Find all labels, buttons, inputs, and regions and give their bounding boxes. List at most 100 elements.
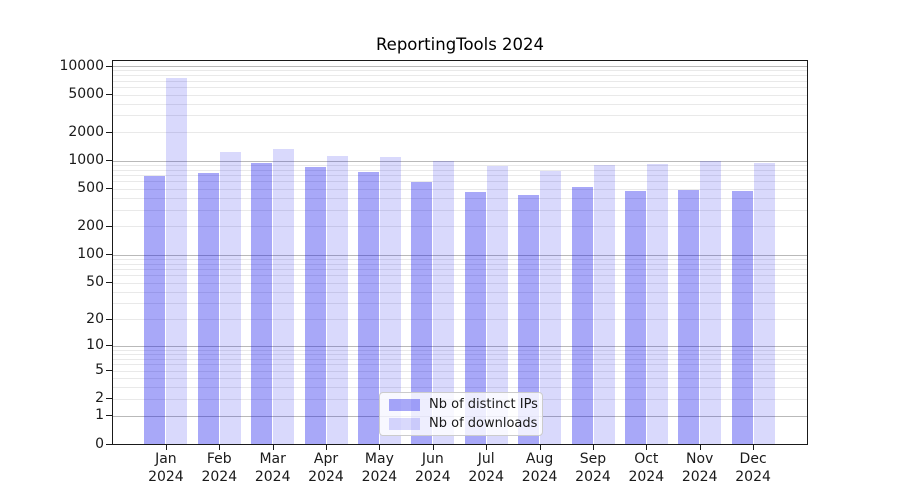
bar-nb-of-downloads-aug: [540, 171, 561, 444]
gridline-major: [113, 66, 807, 67]
x-tick-label: Apr2024: [296, 451, 356, 486]
figure: ReportingTools 2024 Nb of distinct IPs N…: [0, 0, 900, 500]
x-tick-mark: [379, 444, 380, 450]
x-tick-month: Jul: [456, 451, 516, 469]
x-tick-label: Feb2024: [189, 451, 249, 486]
x-tick-label: Jan2024: [136, 451, 196, 486]
x-tick-mark: [166, 444, 167, 450]
bar-nb-of-downloads-mar: [273, 149, 294, 444]
legend-entry-downloads: Nb of downloads: [389, 416, 542, 431]
bar-nb-of-distinct-ips-sep: [572, 187, 593, 444]
x-tick-year: 2024: [349, 469, 409, 487]
legend-label-downloads: Nb of downloads: [429, 416, 537, 431]
bar-nb-of-distinct-ips-mar: [251, 163, 272, 444]
x-tick-year: 2024: [616, 469, 676, 487]
x-tick-label: Sep2024: [563, 451, 623, 486]
x-tick-month: Nov: [670, 451, 730, 469]
legend-swatch-distinct-ips: [389, 399, 420, 411]
x-tick-mark: [486, 444, 487, 450]
x-tick-year: 2024: [189, 469, 249, 487]
bar-nb-of-distinct-ips-nov: [678, 190, 699, 444]
x-tick-month: Jan: [136, 451, 196, 469]
gridline-minor: [113, 132, 807, 133]
y-tick-label: 1000: [0, 152, 104, 168]
legend: Nb of distinct IPs Nb of downloads: [379, 392, 543, 436]
gridline-minor: [113, 95, 807, 96]
x-tick-mark: [273, 444, 274, 450]
bar-nb-of-downloads-jan: [166, 78, 187, 444]
x-tick-month: Sep: [563, 451, 623, 469]
plot-area: [112, 60, 808, 445]
x-tick-month: Apr: [296, 451, 356, 469]
bar-nb-of-downloads-dec: [754, 163, 775, 444]
x-tick-year: 2024: [670, 469, 730, 487]
x-tick-year: 2024: [723, 469, 783, 487]
y-tick-mark: [106, 132, 112, 133]
gridline-minor: [113, 81, 807, 82]
x-tick-mark: [326, 444, 327, 450]
x-tick-month: Oct: [616, 451, 676, 469]
x-tick-year: 2024: [243, 469, 303, 487]
x-tick-month: Jun: [403, 451, 463, 469]
x-tick-mark: [593, 444, 594, 450]
x-tick-mark: [540, 444, 541, 450]
y-tick-label: 1: [0, 407, 104, 423]
y-tick-label: 100: [0, 246, 104, 262]
x-tick-label: Aug2024: [510, 451, 570, 486]
y-tick-mark: [106, 398, 112, 399]
x-tick-label: Oct2024: [616, 451, 676, 486]
legend-label-distinct-ips: Nb of distinct IPs: [429, 397, 538, 412]
x-tick-mark: [433, 444, 434, 450]
x-tick-year: 2024: [456, 469, 516, 487]
x-tick-year: 2024: [296, 469, 356, 487]
x-tick-year: 2024: [563, 469, 623, 487]
y-tick-label: 5000: [0, 86, 104, 102]
y-tick-label: 2: [0, 390, 104, 406]
x-tick-label: May2024: [349, 451, 409, 486]
x-tick-mark: [646, 444, 647, 450]
x-tick-label: Mar2024: [243, 451, 303, 486]
y-tick-label: 50: [0, 274, 104, 290]
bar-nb-of-downloads-oct: [647, 164, 668, 444]
y-tick-label: 10: [0, 337, 104, 353]
bar-nb-of-downloads-sep: [594, 165, 615, 444]
bar-nb-of-downloads-feb: [220, 152, 241, 444]
x-tick-month: Feb: [189, 451, 249, 469]
y-tick-mark: [106, 415, 112, 416]
gridline-minor: [113, 87, 807, 88]
y-tick-mark: [106, 444, 112, 445]
legend-swatch-downloads: [389, 418, 420, 430]
legend-entry-distinct-ips: Nb of distinct IPs: [389, 397, 542, 412]
chart-title: ReportingTools 2024: [112, 35, 808, 54]
x-tick-label: Nov2024: [670, 451, 730, 486]
bar-nb-of-distinct-ips-jan: [144, 176, 165, 444]
bar-nb-of-distinct-ips-feb: [198, 173, 219, 444]
y-tick-label: 20: [0, 311, 104, 327]
y-tick-mark: [106, 188, 112, 189]
x-tick-month: Aug: [510, 451, 570, 469]
y-tick-mark: [106, 94, 112, 95]
y-tick-mark: [106, 370, 112, 371]
bar-nb-of-distinct-ips-oct: [625, 191, 646, 444]
y-tick-mark: [106, 319, 112, 320]
y-tick-mark: [106, 254, 112, 255]
gridline-minor: [113, 104, 807, 105]
x-tick-mark: [219, 444, 220, 450]
bar-nb-of-distinct-ips-apr: [305, 167, 326, 444]
y-tick-label: 2000: [0, 124, 104, 140]
x-tick-month: Mar: [243, 451, 303, 469]
x-tick-mark: [700, 444, 701, 450]
y-tick-label: 5: [0, 362, 104, 378]
x-tick-year: 2024: [136, 469, 196, 487]
x-tick-label: Jul2024: [456, 451, 516, 486]
gridline-minor: [113, 115, 807, 116]
y-tick-label: 0: [0, 436, 104, 452]
bar-nb-of-distinct-ips-may: [358, 172, 379, 444]
bar-nb-of-distinct-ips-dec: [732, 191, 753, 444]
y-tick-mark: [106, 282, 112, 283]
gridline-minor: [113, 70, 807, 71]
x-tick-year: 2024: [403, 469, 463, 487]
y-tick-mark: [106, 160, 112, 161]
y-tick-mark: [106, 66, 112, 67]
x-tick-year: 2024: [510, 469, 570, 487]
